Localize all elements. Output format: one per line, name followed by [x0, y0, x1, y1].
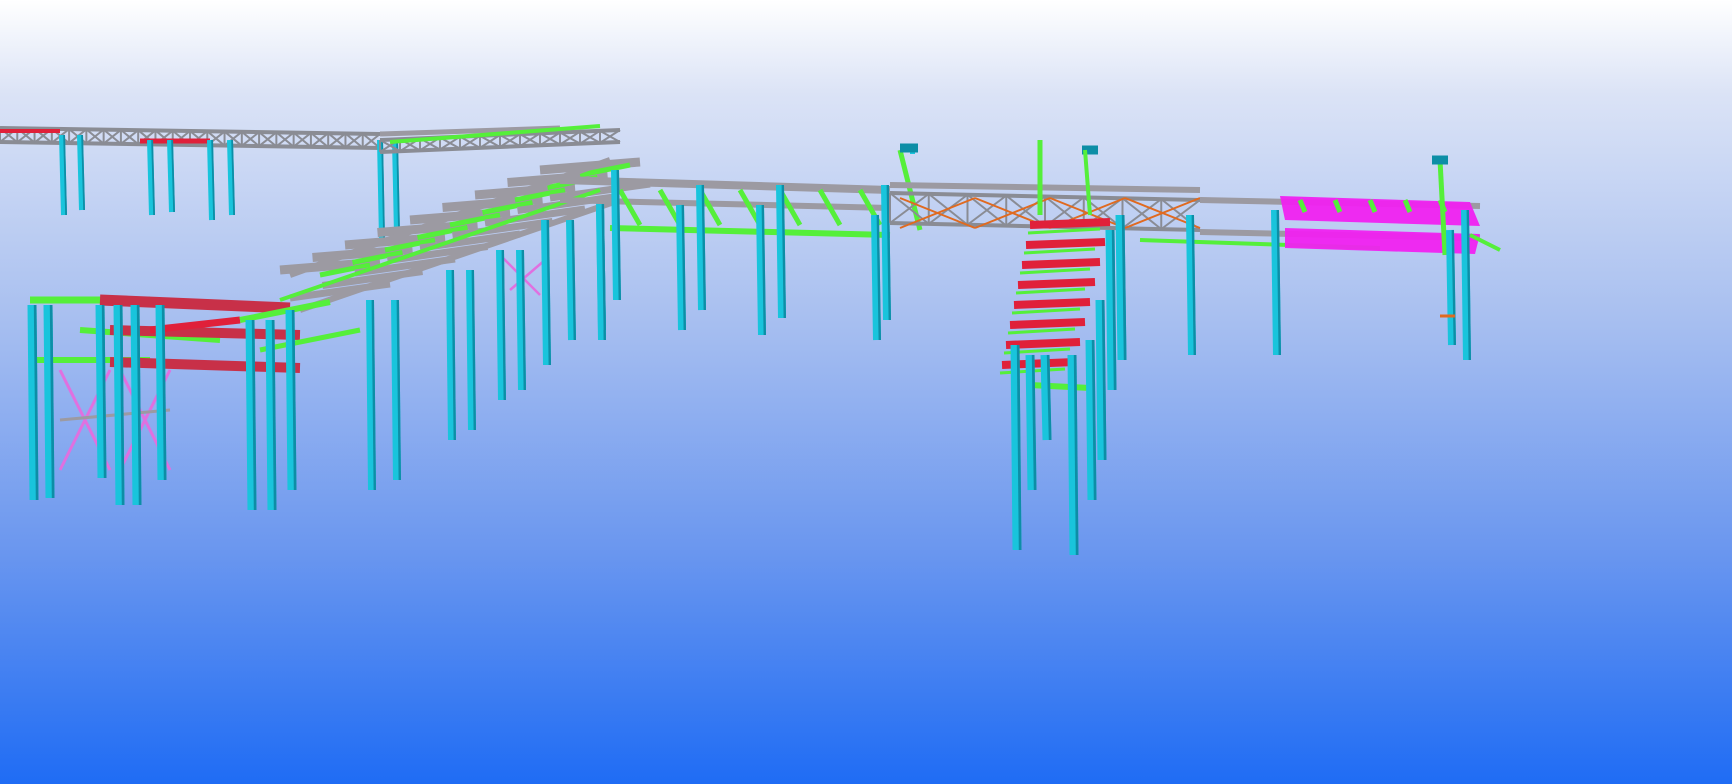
steel-beam[interactable]	[617, 188, 643, 227]
steel-beam[interactable]	[1029, 382, 1091, 391]
steel-column[interactable]	[366, 299, 376, 491]
steel-structure-model[interactable]	[0, 0, 1732, 784]
steel-column[interactable]	[541, 219, 551, 366]
steel-column[interactable]	[611, 169, 621, 301]
steel-column[interactable]	[566, 219, 576, 341]
steel-column[interactable]	[1446, 229, 1456, 346]
steel-beam[interactable]	[1019, 267, 1091, 275]
steel-column[interactable]	[391, 299, 401, 481]
steel-column[interactable]	[446, 269, 456, 441]
steel-column[interactable]	[696, 184, 706, 311]
steel-column[interactable]	[43, 304, 55, 499]
steel-column[interactable]	[1085, 339, 1097, 501]
steel-column[interactable]	[1067, 354, 1079, 556]
steel-beam[interactable]	[897, 149, 923, 231]
magenta-deck[interactable]	[1280, 196, 1480, 226]
steel-column[interactable]	[596, 209, 606, 331]
steel-beam[interactable]	[1083, 149, 1092, 216]
steel-column[interactable]	[1115, 214, 1127, 361]
steel-beam[interactable]	[1025, 238, 1106, 249]
steel-beam[interactable]	[889, 182, 1201, 193]
left-frame-tower	[27, 294, 361, 511]
steel-column[interactable]	[1461, 209, 1471, 361]
steel-column[interactable]	[113, 304, 125, 506]
steel-column[interactable]	[1271, 209, 1281, 356]
steel-beam[interactable]	[1023, 247, 1096, 255]
steel-column[interactable]	[1040, 354, 1052, 441]
steel-column[interactable]	[265, 319, 277, 511]
steel-column[interactable]	[130, 304, 142, 506]
steel-column[interactable]	[881, 184, 891, 321]
steel-column[interactable]	[871, 214, 881, 341]
steel-column[interactable]	[756, 204, 766, 336]
steel-column[interactable]	[245, 319, 257, 511]
steel-column[interactable]	[155, 304, 167, 481]
steel-beam[interactable]	[1015, 287, 1086, 295]
steel-column[interactable]	[95, 304, 107, 479]
steel-beam[interactable]	[1017, 278, 1096, 289]
steel-beam[interactable]	[1005, 338, 1081, 349]
steel-column[interactable]	[496, 249, 506, 401]
steel-bracing[interactable]	[509, 259, 546, 291]
steel-beam[interactable]	[1027, 227, 1101, 235]
steel-column[interactable]	[776, 184, 786, 319]
steel-column[interactable]	[285, 309, 297, 491]
steel-column[interactable]	[1105, 229, 1117, 391]
steel-column[interactable]	[27, 304, 39, 501]
steel-beam[interactable]	[1007, 327, 1076, 335]
steel-column[interactable]	[516, 249, 526, 391]
steel-beam[interactable]	[609, 225, 891, 238]
steel-beam[interactable]	[1013, 298, 1091, 309]
steel-column[interactable]	[1025, 354, 1037, 491]
steel-column[interactable]	[1095, 299, 1107, 461]
3d-model-viewport[interactable]	[0, 0, 1732, 784]
tower-with-red-beams	[999, 214, 1127, 556]
steel-beam[interactable]	[1009, 318, 1086, 329]
center-pipe-rack	[559, 143, 923, 341]
steel-beam[interactable]	[559, 197, 891, 211]
center-truss-section	[889, 140, 1201, 232]
steel-beam[interactable]	[1029, 218, 1111, 229]
steel-beam[interactable]	[279, 188, 601, 302]
steel-beam[interactable]	[1021, 258, 1101, 269]
steel-column[interactable]	[1010, 344, 1022, 551]
steel-beam[interactable]	[99, 294, 291, 314]
steel-beam[interactable]	[1011, 307, 1081, 315]
steel-column[interactable]	[1186, 214, 1196, 356]
diagonal-pipe-rack	[279, 157, 651, 491]
steel-column[interactable]	[676, 204, 686, 331]
steel-column[interactable]	[466, 269, 476, 431]
